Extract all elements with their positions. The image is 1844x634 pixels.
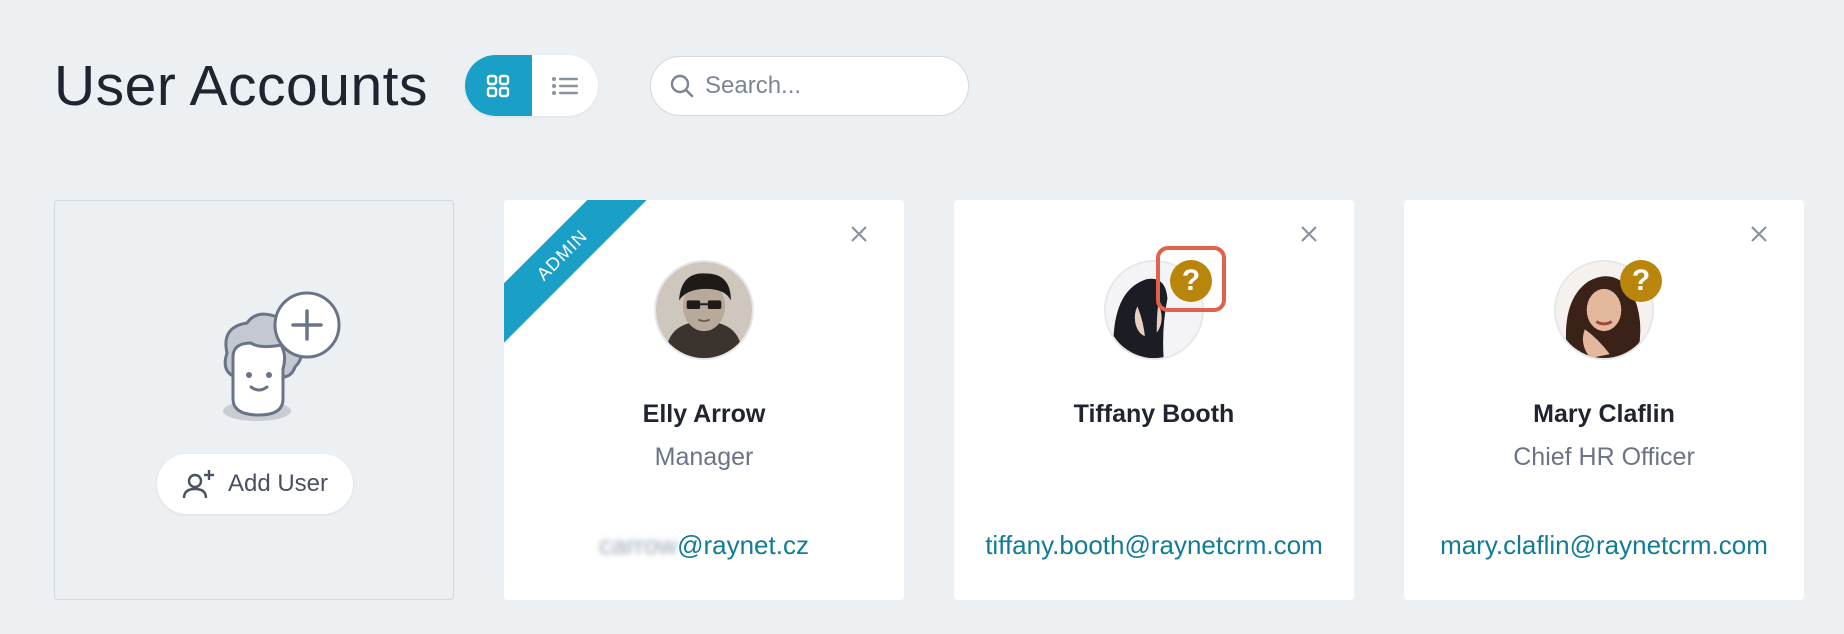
grid-view-button[interactable] bbox=[465, 55, 532, 116]
question-badge-icon[interactable]: ? bbox=[1620, 260, 1662, 302]
grid-view-icon bbox=[487, 74, 510, 97]
header: User Accounts bbox=[54, 48, 428, 124]
search-input[interactable] bbox=[705, 72, 945, 100]
question-badge-icon[interactable]: ? bbox=[1170, 260, 1212, 302]
search-box bbox=[650, 56, 969, 116]
avatar: ? bbox=[1104, 246, 1226, 360]
new-user-illustration bbox=[223, 291, 341, 421]
add-user-label: Add User bbox=[227, 470, 329, 497]
user-card-tiffany-booth[interactable]: ? Tiffany Booth tiffany.booth@raynetcrm.… bbox=[954, 200, 1354, 600]
user-email[interactable]: mary.claflin@raynetcrm.com bbox=[1404, 530, 1804, 561]
user-role: Manager bbox=[654, 443, 754, 471]
email-blurred: carrow bbox=[599, 530, 678, 560]
user-card-elly-arrow[interactable]: ADMIN Elly Arrow Manager carrow@raynet.c… bbox=[504, 200, 904, 600]
close-icon[interactable] bbox=[1296, 221, 1322, 247]
user-name: Elly Arrow bbox=[642, 400, 766, 428]
user-card-mary-claflin[interactable]: ? Mary Claflin Chief HR Officer mary.cla… bbox=[1404, 200, 1804, 600]
admin-ribbon: ADMIN bbox=[504, 200, 655, 348]
user-role: Chief HR Officer bbox=[1513, 443, 1695, 471]
user-name: Tiffany Booth bbox=[1073, 400, 1235, 428]
avatar-photo bbox=[654, 260, 754, 360]
email-domain: @raynet.cz bbox=[677, 530, 809, 560]
add-user-icon bbox=[182, 470, 214, 499]
add-user-card[interactable]: Add User bbox=[54, 200, 454, 600]
list-view-button[interactable] bbox=[532, 55, 599, 116]
user-name: Mary Claflin bbox=[1533, 400, 1675, 428]
search-icon bbox=[670, 74, 694, 98]
user-email[interactable]: carrow@raynet.cz bbox=[504, 530, 904, 561]
add-user-button[interactable]: Add User bbox=[157, 454, 353, 514]
close-icon[interactable] bbox=[1746, 221, 1772, 247]
user-email[interactable]: tiffany.booth@raynetcrm.com bbox=[954, 530, 1354, 561]
page-title: User Accounts bbox=[54, 54, 428, 118]
view-toggle bbox=[465, 55, 598, 116]
avatar bbox=[654, 260, 754, 360]
avatar: ? bbox=[1554, 260, 1662, 360]
close-icon[interactable] bbox=[846, 221, 872, 247]
list-view-icon bbox=[551, 76, 578, 95]
